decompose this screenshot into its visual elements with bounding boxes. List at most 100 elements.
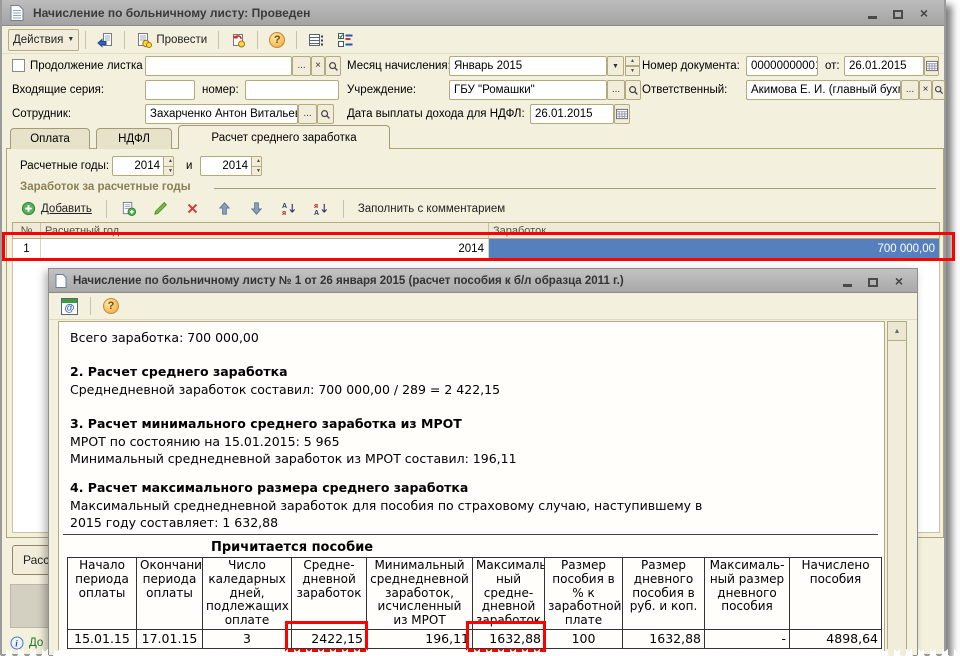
benefit-value-cell-max-daily: 1632,88 — [473, 629, 545, 648]
year-from-field[interactable]: 2014 ▲ ▼ — [112, 156, 174, 176]
continuation-field[interactable] — [145, 56, 292, 76]
incoming-series-field[interactable] — [145, 80, 195, 100]
chevron-down-icon: ▼ — [67, 36, 74, 43]
continuation-choose-button[interactable]: ... — [292, 56, 311, 76]
benefit-calculation-dialog: Начисление по больничному листу № 1 от 2… — [48, 268, 918, 656]
add-row-button[interactable]: Добавить — [16, 198, 97, 220]
year-to-spinner[interactable]: ▲ ▼ — [251, 156, 262, 176]
spin-down-icon[interactable]: ▼ — [625, 66, 640, 76]
arrow-down-icon — [249, 201, 265, 217]
year-from-spinner[interactable]: ▲ ▼ — [163, 156, 174, 176]
employee-open-button[interactable] — [317, 104, 334, 124]
ndfl-date-calendar-button[interactable] — [614, 104, 630, 124]
print-button[interactable]: @ — [56, 295, 83, 317]
sort-ascending-button[interactable]: Ая — [276, 198, 302, 220]
cancel-posting-icon — [230, 32, 246, 48]
spin-up-icon[interactable]: ▲ — [252, 156, 262, 167]
document-icon — [10, 5, 26, 21]
save-close-button[interactable] — [92, 29, 118, 51]
fill-with-comment-label: Заполнить с комментарием — [358, 203, 505, 215]
responsible-choose-button[interactable]: ... — [901, 80, 919, 100]
help-button[interactable]: ? — [98, 295, 124, 317]
report-section3-text2: Минимальный среднедневной заработок из М… — [70, 451, 517, 466]
spin-down-icon[interactable]: ▼ — [252, 167, 262, 177]
visibility-settings-button[interactable] — [332, 29, 358, 51]
tab-ndfl[interactable]: НДФЛ — [96, 128, 172, 149]
responsible-field[interactable]: Акимова Е. И. (главный бухг — [746, 80, 901, 100]
minimize-button[interactable] — [864, 6, 880, 20]
scroll-up-icon[interactable]: ▲ — [888, 322, 906, 341]
sort-descending-icon: яА — [313, 201, 329, 217]
doc-number-field[interactable]: 00000000001 — [746, 56, 818, 76]
row-year-cell[interactable]: 2014 — [41, 239, 489, 259]
doc-date-field[interactable]: 26.01.2015 — [844, 56, 924, 76]
incoming-number-field[interactable] — [245, 80, 339, 100]
row-earnings-cell-selected[interactable]: 700 000,00 — [489, 239, 939, 259]
benefit-value-cell: 196,11 — [367, 629, 473, 648]
delete-row-button[interactable] — [180, 198, 206, 220]
ndfl-date-field[interactable]: 26.01.2015 — [530, 104, 614, 124]
year-to-field[interactable]: 2014 ▲ ▼ — [200, 156, 262, 176]
benefit-header-cell: Окончание периода оплаты — [137, 558, 203, 630]
actions-button[interactable]: Действия ▼ — [8, 29, 79, 51]
add-icon — [21, 201, 37, 217]
cancel-posting-button[interactable] — [225, 29, 251, 51]
column-header-year[interactable]: Расчетный год — [41, 223, 489, 238]
move-down-button[interactable] — [244, 198, 270, 220]
month-combobox[interactable]: Январь 2015 — [449, 56, 607, 76]
column-header-earnings[interactable]: Заработок — [489, 223, 939, 238]
close-button[interactable]: × — [891, 274, 907, 288]
close-button[interactable]: × — [916, 6, 932, 20]
main-titlebar[interactable]: Начисление по больничному листу: Проведе… — [2, 0, 944, 26]
benefit-value-cell: 3 — [203, 629, 292, 648]
doc-date-calendar-button[interactable] — [924, 56, 939, 76]
benefit-value-cell: 1632,88 — [623, 629, 705, 648]
spin-up-icon[interactable]: ▲ — [164, 156, 174, 167]
minimize-button[interactable] — [839, 274, 855, 288]
month-spinner[interactable]: ▲ ▼ — [625, 56, 640, 76]
responsible-clear-button[interactable]: × — [919, 80, 932, 100]
continuation-open-button[interactable] — [325, 56, 341, 76]
dialog-scrollbar[interactable]: ▲ — [887, 321, 907, 656]
tab-average-earnings[interactable]: Расчет среднего заработка — [178, 125, 390, 149]
copy-row-button[interactable] — [116, 198, 142, 220]
sort-descending-button[interactable]: яА — [308, 198, 334, 220]
chevron-down-icon: ▼ — [612, 63, 619, 70]
list-settings-button[interactable] — [303, 29, 329, 51]
tab-payment[interactable]: Оплата — [10, 128, 90, 149]
benefit-table-value-row: 15.01.15 17.01.15 3 2422,15 196,11 1632,… — [68, 629, 882, 648]
responsible-open-button[interactable] — [932, 80, 945, 100]
at-glyph: @ — [65, 303, 75, 314]
info-icon: i — [10, 636, 24, 650]
help-button[interactable]: ? — [264, 29, 290, 51]
continuation-checkbox[interactable] — [12, 59, 25, 72]
institution-field[interactable]: ГБУ "Ромашки" — [449, 80, 607, 100]
maximize-button[interactable] — [865, 274, 881, 288]
benefit-header-cell: Минимальный среднедневной заработок, исч… — [367, 558, 473, 630]
toolbar-separator — [85, 31, 86, 49]
spin-up-icon[interactable]: ▲ — [625, 56, 640, 66]
institution-choose-button[interactable]: ... — [607, 80, 625, 100]
move-up-button[interactable] — [212, 198, 238, 220]
report-section3-title: 3. Расчет минимального среднего заработк… — [70, 416, 462, 431]
column-header-number[interactable]: № — [13, 223, 41, 238]
arrow-up-icon — [217, 201, 233, 217]
help-icon: ? — [103, 298, 119, 314]
earnings-grid-row[interactable]: 1 2014 700 000,00 — [12, 239, 940, 260]
employee-label: Сотрудник: — [12, 108, 71, 120]
dialog-titlebar[interactable]: Начисление по больничному листу № 1 от 2… — [49, 269, 917, 293]
post-button[interactable]: Провести — [131, 29, 212, 51]
spin-down-icon[interactable]: ▼ — [164, 167, 174, 177]
continuation-clear-button[interactable]: × — [311, 56, 325, 76]
row-number-cell[interactable]: 1 — [13, 239, 41, 259]
fill-with-comment-button[interactable]: Заполнить с комментарием — [353, 198, 510, 220]
institution-open-button[interactable] — [625, 80, 641, 100]
svg-text:А: А — [314, 210, 319, 216]
year-from-value: 2014 — [113, 160, 163, 172]
employee-field[interactable]: Захарченко Антон Витальеви — [145, 104, 298, 124]
maximize-button[interactable] — [890, 6, 906, 20]
employee-choose-button[interactable]: ... — [298, 104, 317, 124]
month-dropdown-button[interactable]: ▼ — [607, 56, 624, 76]
year-to-value: 2014 — [201, 160, 251, 172]
edit-row-button[interactable] — [148, 198, 174, 220]
